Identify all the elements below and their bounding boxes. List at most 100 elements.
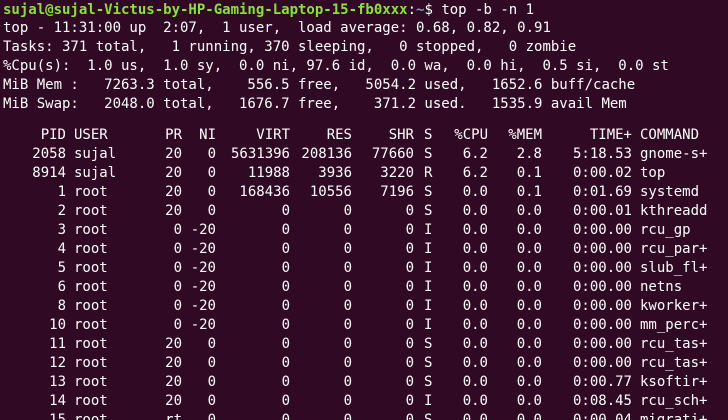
cell-user: root [74, 374, 108, 390]
cell-shr: 0 [405, 374, 414, 390]
cell-virt: 0 [281, 393, 290, 409]
summary-tasks: Tasks: 371 total, 1 running, 370 sleepin… [3, 39, 577, 55]
cell-user: root [74, 355, 108, 371]
cell-virt: 0 [281, 260, 290, 276]
cell-time: 0:00.00 [572, 336, 632, 352]
cell-cpu: 6.2 [462, 165, 488, 181]
cell-pr: 0 [173, 317, 182, 333]
cell-user: root [74, 279, 108, 295]
cell-cpu: 0.0 [462, 298, 488, 314]
terminal-window[interactable]: sujal@sujal-Victus-by-HP-Gaming-Laptop-1… [0, 0, 728, 420]
table-row: 1 root 20 0 168436 10556 7196 S 0.0 0.1 0:01.69 sys… [0, 183, 728, 202]
cell-virt: 0 [281, 336, 290, 352]
cell-mem: 0.0 [516, 355, 542, 371]
cell-ni: 0 [207, 146, 216, 162]
cell-res: 0 [343, 222, 352, 238]
cell-res: 0 [343, 336, 352, 352]
cell-pid: 2 [57, 203, 66, 219]
cell-res: 0 [343, 241, 352, 257]
cell-cpu: 0.0 [462, 336, 488, 352]
cell-res: 0 [343, 298, 352, 314]
cell-command: top [640, 165, 666, 181]
cell-pr: 20 [165, 165, 182, 181]
cell-mem: 0.0 [516, 374, 542, 390]
cell-virt: 11988 [247, 165, 290, 181]
cell-command: rcu_sch+ [640, 393, 708, 409]
cell-res: 0 [343, 393, 352, 409]
cell-command: slub_fl+ [640, 260, 708, 276]
cell-command: ksoftir+ [640, 374, 708, 390]
cell-shr: 77660 [371, 146, 414, 162]
cell-res: 10556 [309, 184, 352, 200]
cell-res: 0 [343, 279, 352, 295]
cell-cpu: 6.2 [462, 146, 488, 162]
cell-mem: 0.0 [516, 241, 542, 257]
cell-pr: 0 [173, 298, 182, 314]
cell-ni: 0 [207, 355, 216, 371]
cell-pid: 1 [57, 184, 66, 200]
cell-shr: 0 [405, 355, 414, 371]
cell-cpu: 0.0 [462, 260, 488, 276]
table-row: 2058 sujal 20 0 5631396 208136 77660 S 6.2 2.8 5:1… [0, 145, 728, 164]
cell-mem: 0.0 [516, 279, 542, 295]
cell-pid: 15 [49, 412, 66, 420]
cell-pid: 12 [49, 355, 66, 371]
cell-res: 0 [343, 374, 352, 390]
cell-pr: 20 [165, 203, 182, 219]
table-row: 3 root 0 -20 0 0 0 I 0.0 0.0 0:00.00 rcu_gp [0, 221, 728, 240]
cell-cpu: 0.0 [462, 412, 488, 420]
table-row: 11 root 20 0 0 0 0 S 0.0 0.0 0:00.00 rcu_tas+ [0, 335, 728, 354]
cell-mem: 0.0 [516, 393, 542, 409]
cell-time: 0:08.45 [572, 393, 632, 409]
cell-time: 0:00.00 [572, 260, 632, 276]
cell-res: 0 [343, 412, 352, 420]
table-row: 2 root 20 0 0 0 0 S 0.0 0.0 0:00.01 kthreadd [0, 202, 728, 221]
cell-pr: 0 [173, 222, 182, 238]
col-header-user: USER [74, 127, 108, 143]
cell-time: 0:00.00 [572, 355, 632, 371]
cell-command: rcu_tas+ [640, 355, 708, 371]
cell-time: 0:00.00 [572, 222, 632, 238]
table-row: 5 root 0 -20 0 0 0 I 0.0 0.0 0:00.00 slub_fl+ [0, 259, 728, 278]
cell-pid: 5 [57, 260, 66, 276]
cell-ni: -20 [190, 241, 216, 257]
table-row: 13 root 20 0 0 0 0 S 0.0 0.0 0:00.77 ksoftir+ [0, 373, 728, 392]
cell-res: 3936 [318, 165, 352, 181]
prompt-command: top -b -n 1 [441, 2, 535, 18]
cell-pid: 8914 [32, 165, 66, 181]
cell-mem: 0.0 [516, 203, 542, 219]
process-table-header: PID USER PR NI VIRT RES SHR S %CPU %MEM … [0, 126, 728, 145]
summary-swap: MiB Swap: 2048.0 total, 1676.7 free, 371… [3, 96, 627, 112]
cell-mem: 0.0 [516, 336, 542, 352]
col-header-pid: PID [40, 127, 66, 143]
cell-ni: 0 [207, 393, 216, 409]
cell-pid: 13 [49, 374, 66, 390]
cell-user: root [74, 336, 108, 352]
cell-pid: 4 [57, 241, 66, 257]
table-row: 10 root 0 -20 0 0 0 I 0.0 0.0 0:00.00 mm_perc+ [0, 316, 728, 335]
cell-time: 0:00.02 [572, 165, 632, 181]
cell-ni: -20 [190, 317, 216, 333]
cell-cpu: 0.0 [462, 279, 488, 295]
cell-ni: 0 [207, 374, 216, 390]
cell-pr: 0 [173, 279, 182, 295]
cell-virt: 0 [281, 355, 290, 371]
cell-pid: 3 [57, 222, 66, 238]
cell-cpu: 0.0 [462, 203, 488, 219]
cell-time: 0:00.00 [572, 317, 632, 333]
cell-mem: 0.1 [516, 165, 542, 181]
cell-shr: 0 [405, 260, 414, 276]
cell-res: 0 [343, 355, 352, 371]
summary-uptime: top - 11:31:00 up 2:07, 1 user, load ave… [3, 20, 551, 36]
cell-virt: 0 [281, 412, 290, 420]
cell-time: 5:18.53 [572, 146, 632, 162]
col-header-command: COMMAND [640, 127, 700, 143]
cell-virt: 168436 [239, 184, 290, 200]
cell-pid: 2058 [32, 146, 66, 162]
prompt-symbol: $ [424, 2, 442, 18]
cell-mem: 0.0 [516, 260, 542, 276]
cell-ni: -20 [190, 222, 216, 238]
cell-user: root [74, 203, 108, 219]
cell-pid: 14 [49, 393, 66, 409]
cell-pr: 0 [173, 241, 182, 257]
